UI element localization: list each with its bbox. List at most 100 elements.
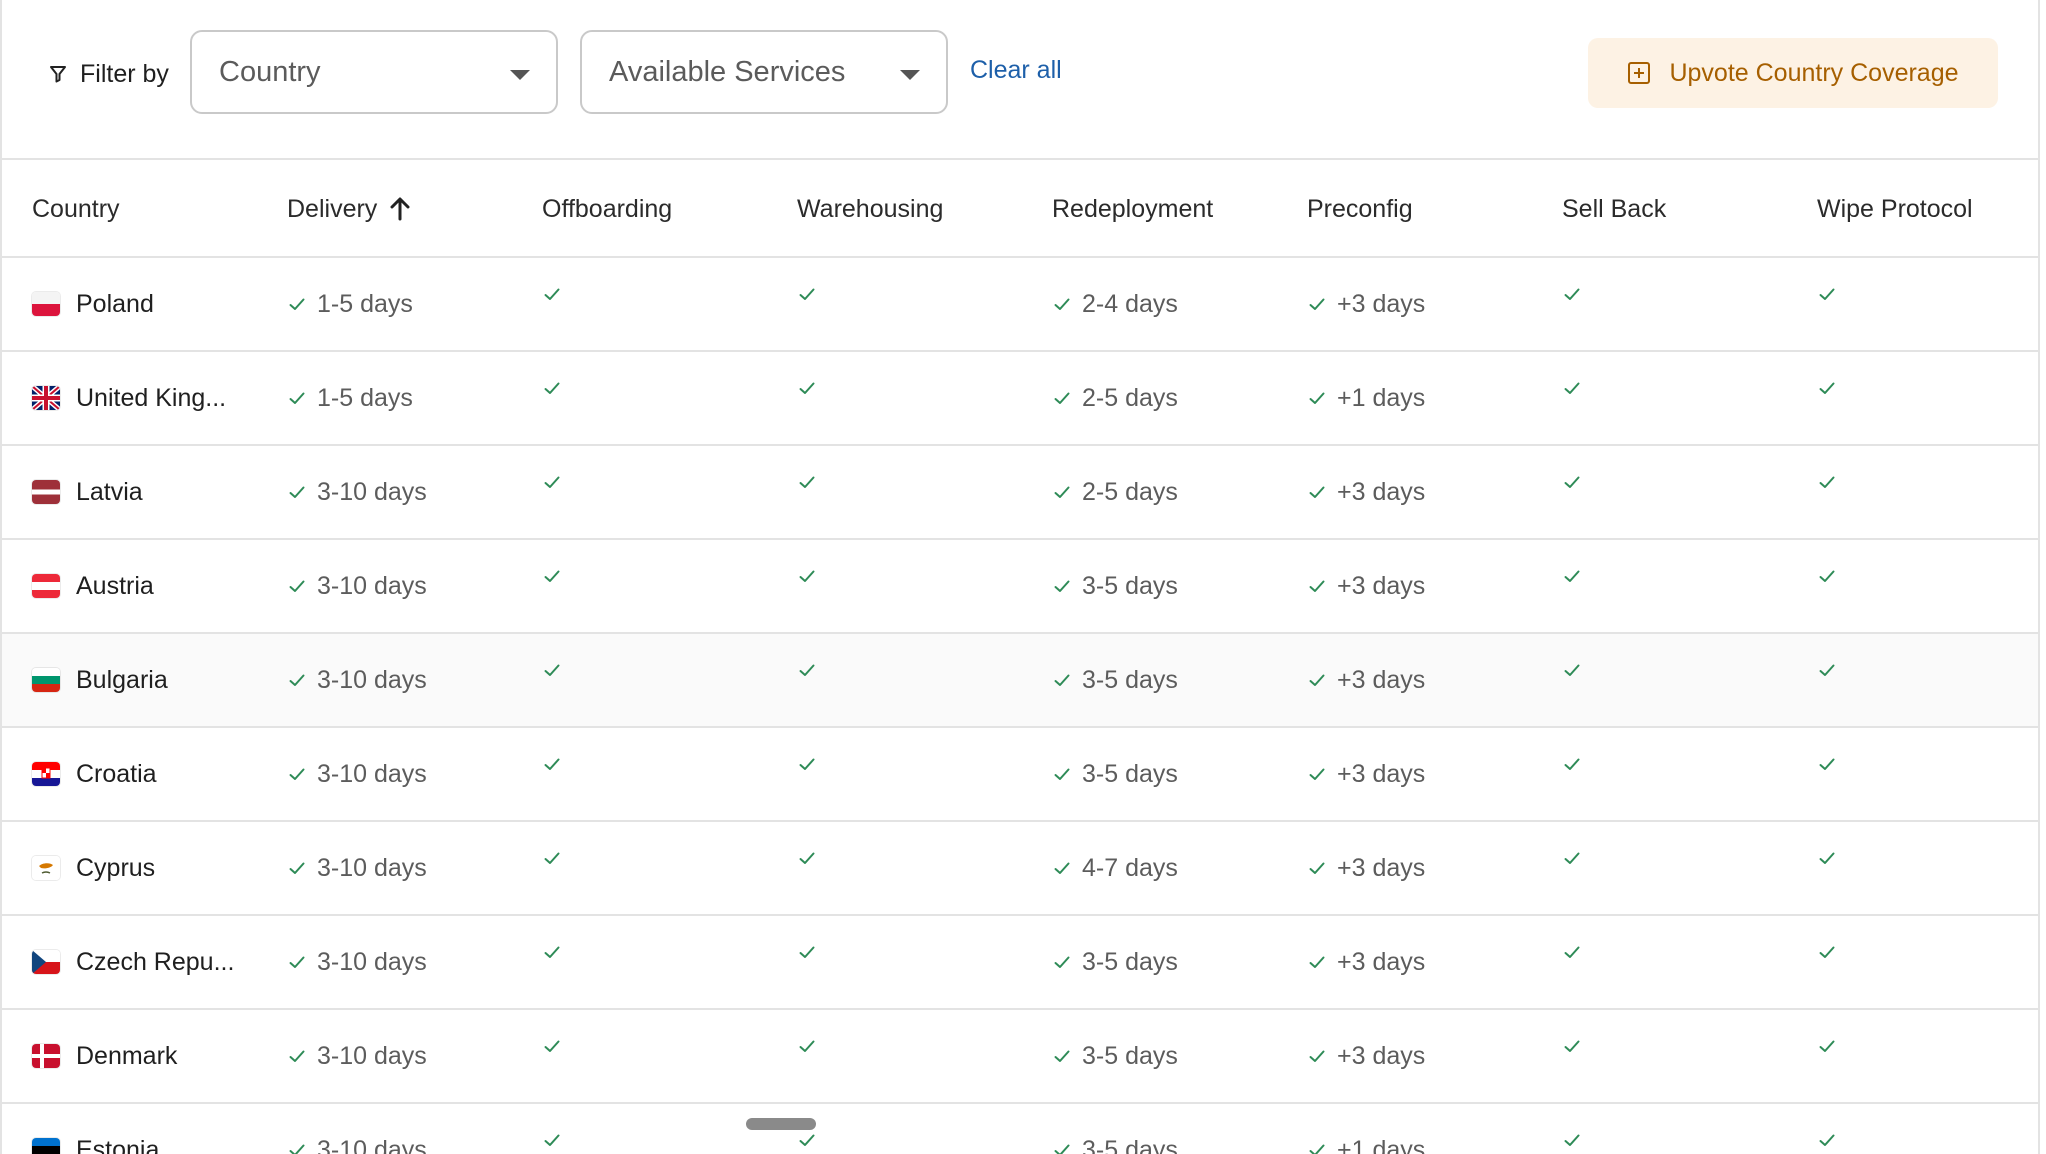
check-icon xyxy=(1564,758,1580,770)
country-cell: Austria xyxy=(32,540,154,632)
country-select-placeholder: Country xyxy=(219,55,321,88)
country-name: Denmark xyxy=(76,1041,178,1070)
check-icon xyxy=(1309,1050,1325,1062)
column-header-warehousing[interactable]: Warehousing xyxy=(797,160,943,258)
warehousing-cell xyxy=(799,352,827,444)
delivery-cell: 3-10 days xyxy=(289,728,427,820)
poland-flag-icon xyxy=(32,292,60,316)
check-icon xyxy=(1309,298,1325,310)
check-icon xyxy=(799,1040,815,1052)
country-cell: Bulgaria xyxy=(32,634,168,726)
check-icon xyxy=(289,1050,305,1062)
country-name: Cyprus xyxy=(76,853,156,882)
check-icon xyxy=(289,768,305,780)
check-icon xyxy=(1309,768,1325,780)
check-icon xyxy=(1054,486,1070,498)
preconfig-cell: +3 days xyxy=(1309,728,1425,820)
preconfig-value: +3 days xyxy=(1337,1041,1426,1070)
wipe-protocol-cell xyxy=(1819,1010,1847,1102)
offboarding-cell xyxy=(544,916,572,1008)
column-header-preconfig[interactable]: Preconfig xyxy=(1307,160,1413,258)
check-icon xyxy=(544,1134,560,1146)
delivery-cell: 1-5 days xyxy=(289,352,413,444)
check-icon xyxy=(799,382,815,394)
check-icon xyxy=(799,946,815,958)
caret-down-icon xyxy=(510,70,530,80)
sell-back-cell xyxy=(1564,728,1592,820)
check-icon xyxy=(1309,956,1325,968)
offboarding-cell xyxy=(544,352,572,444)
upvote-country-coverage-button[interactable]: Upvote Country Coverage xyxy=(1588,38,1998,108)
redeployment-value: 3-5 days xyxy=(1082,571,1178,600)
check-icon xyxy=(289,298,305,310)
scroll-handle[interactable] xyxy=(746,1118,816,1130)
wipe-protocol-cell xyxy=(1819,634,1847,726)
country-cell: Poland xyxy=(32,258,154,350)
column-header-delivery[interactable]: Delivery xyxy=(287,160,411,258)
column-header-redeployment[interactable]: Redeployment xyxy=(1052,160,1213,258)
check-icon xyxy=(1819,1040,1835,1052)
preconfig-cell: +3 days xyxy=(1309,1010,1425,1102)
preconfig-cell: +1 days xyxy=(1309,1104,1425,1154)
table-row[interactable]: Bulgaria 3-10 days 3-5 days +3 days xyxy=(2,634,2038,728)
available-services-select[interactable]: Available Services xyxy=(580,30,948,114)
check-icon xyxy=(1054,1050,1070,1062)
warehousing-cell xyxy=(799,1010,827,1102)
redeployment-cell: 3-5 days xyxy=(1054,728,1178,820)
wipe-protocol-cell xyxy=(1819,258,1847,350)
delivery-cell: 3-10 days xyxy=(289,916,427,1008)
plus-square-icon xyxy=(1628,62,1651,84)
check-icon xyxy=(1054,768,1070,780)
country-name: Latvia xyxy=(76,477,143,506)
redeployment-cell: 3-5 days xyxy=(1054,540,1178,632)
country-name: United King... xyxy=(76,383,227,412)
wipe-protocol-cell xyxy=(1819,916,1847,1008)
table-row[interactable]: Cyprus 3-10 days 4-7 days +3 days xyxy=(2,822,2038,916)
table-row[interactable]: Denmark 3-10 days 3-5 days +3 days xyxy=(2,1010,2038,1104)
country-select[interactable]: Country xyxy=(190,30,558,114)
check-icon xyxy=(1309,862,1325,874)
clear-all-link[interactable]: Clear all xyxy=(970,56,1062,85)
check-icon xyxy=(289,1144,305,1154)
column-header-country[interactable]: Country xyxy=(32,160,120,258)
check-icon xyxy=(1819,852,1835,864)
country-cell: United King... xyxy=(32,352,226,444)
delivery-cell: 3-10 days xyxy=(289,540,427,632)
column-header-wipe-protocol[interactable]: Wipe Protocol xyxy=(1817,160,1973,258)
column-header-label: Sell Back xyxy=(1562,194,1667,223)
preconfig-value: +3 days xyxy=(1337,477,1426,506)
check-icon xyxy=(544,476,560,488)
column-header-offboarding[interactable]: Offboarding xyxy=(542,160,672,258)
check-icon xyxy=(1054,298,1070,310)
table-row[interactable]: Poland 1-5 days 2-4 days +3 days xyxy=(2,258,2038,352)
sell-back-cell xyxy=(1564,540,1592,632)
czech-flag-icon xyxy=(32,950,60,974)
table-row[interactable]: Czech Repu... 3-10 days 3-5 days +3 days xyxy=(2,916,2038,1010)
column-header-label: Wipe Protocol xyxy=(1817,194,1973,223)
offboarding-cell xyxy=(544,540,572,632)
table-row[interactable]: Austria 3-10 days 3-5 days +3 days xyxy=(2,540,2038,634)
check-icon xyxy=(799,852,815,864)
column-header-label: Warehousing xyxy=(797,194,944,223)
warehousing-cell xyxy=(799,446,827,538)
check-icon xyxy=(544,570,560,582)
table-row[interactable]: Latvia 3-10 days 2-5 days +3 days xyxy=(2,446,2038,540)
wipe-protocol-cell xyxy=(1819,1104,1847,1154)
column-header-sell-back[interactable]: Sell Back xyxy=(1562,160,1666,258)
filter-by-label: Filter by xyxy=(80,59,169,88)
delivery-value: 3-10 days xyxy=(317,1041,427,1070)
redeployment-cell: 2-5 days xyxy=(1054,352,1178,444)
sell-back-cell xyxy=(1564,1010,1592,1102)
table-row[interactable]: United King... 1-5 days 2-5 days +1 days xyxy=(2,352,2038,446)
column-header-label: Country xyxy=(32,194,120,223)
wipe-protocol-cell xyxy=(1819,540,1847,632)
delivery-value: 3-10 days xyxy=(317,853,427,882)
table-row[interactable]: Estonia 3-10 days 3-5 days +1 days xyxy=(2,1104,2038,1154)
cyprus-flag-icon xyxy=(32,856,60,880)
delivery-value: 3-10 days xyxy=(317,759,427,788)
redeployment-value: 2-5 days xyxy=(1082,477,1178,506)
delivery-value: 3-10 days xyxy=(317,477,427,506)
table-row[interactable]: Croatia 3-10 days 3-5 days +3 days xyxy=(2,728,2038,822)
delivery-value: 3-10 days xyxy=(317,665,427,694)
column-header-label: Preconfig xyxy=(1307,194,1413,223)
